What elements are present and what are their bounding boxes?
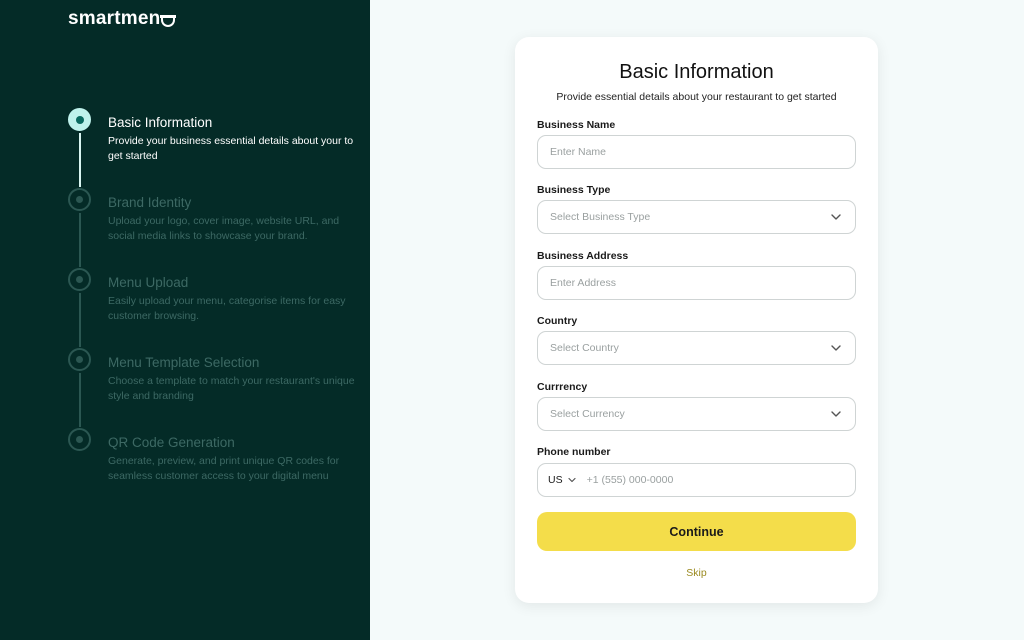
step-circle-icon [68,268,91,291]
country-code-value: US [548,474,563,486]
step-connector [79,213,81,267]
currency-label: Currrency [537,381,588,393]
country-label: Country [537,315,578,327]
business-name-input[interactable] [550,146,843,158]
chevron-down-icon [831,214,841,220]
step-connector [79,133,81,187]
brand-logo[interactable]: smartmen [68,8,177,30]
step-qr-code-generation[interactable]: QR Code Generation Generate, preview, an… [68,428,358,508]
business-address-label: Business Address [537,250,629,262]
chevron-down-icon [567,477,576,483]
logo-text: smartmen [68,8,161,29]
business-type-placeholder: Select Business Type [550,211,651,223]
form-subtitle: Provide essential details about your res… [556,91,837,103]
step-title: Basic Information [108,115,213,130]
step-title: Menu Upload [108,275,189,290]
country-select[interactable]: Select Country [537,331,856,365]
business-type-label: Business Type [537,184,611,196]
phone-number-label: Phone number [537,446,611,458]
country-placeholder: Select Country [550,342,619,354]
form-title: Basic Information [619,61,774,83]
step-description: Provide your business essential details … [108,135,354,162]
sidebar: smartmen Basic Information Provide your … [0,0,370,640]
step-circle-icon [68,188,91,211]
step-circle-icon [68,348,91,371]
step-connector [79,373,81,427]
step-description: Upload your logo, cover image, website U… [108,215,340,242]
business-address-input[interactable] [550,277,843,289]
phone-number-input[interactable] [586,474,843,486]
step-menu-upload[interactable]: Menu Upload Easily upload your menu, cat… [68,268,358,348]
step-title: Menu Template Selection [108,355,260,370]
skip-link[interactable]: Skip [515,567,878,579]
continue-button[interactable]: Continue [537,512,856,551]
basic-information-form: Basic Information Provide essential deta… [515,37,878,603]
business-name-label: Business Name [537,119,616,131]
phone-number-field[interactable]: US [537,463,856,497]
step-title: Brand Identity [108,195,192,210]
step-connector [79,293,81,347]
business-type-select[interactable]: Select Business Type [537,200,856,234]
step-menu-template-selection[interactable]: Menu Template Selection Choose a templat… [68,348,358,428]
step-circle-icon [68,428,91,451]
chevron-down-icon [831,345,841,351]
step-circle-icon [68,108,91,131]
step-description: Easily upload your menu, categorise item… [108,295,346,322]
currency-select[interactable]: Select Currency [537,397,856,431]
chevron-down-icon [831,411,841,417]
progress-steps: Basic Information Provide your business … [68,108,358,508]
step-brand-identity[interactable]: Brand Identity Upload your logo, cover i… [68,188,358,268]
country-code-dropdown[interactable]: US [548,474,577,486]
step-basic-information[interactable]: Basic Information Provide your business … [68,108,358,188]
business-name-field[interactable] [537,135,856,169]
logo-mark-icon [160,15,177,27]
currency-placeholder: Select Currency [550,408,625,420]
step-description: Choose a template to match your restaura… [108,375,355,402]
step-title: QR Code Generation [108,435,235,450]
step-description: Generate, preview, and print unique QR c… [108,455,340,482]
business-address-field[interactable] [537,266,856,300]
